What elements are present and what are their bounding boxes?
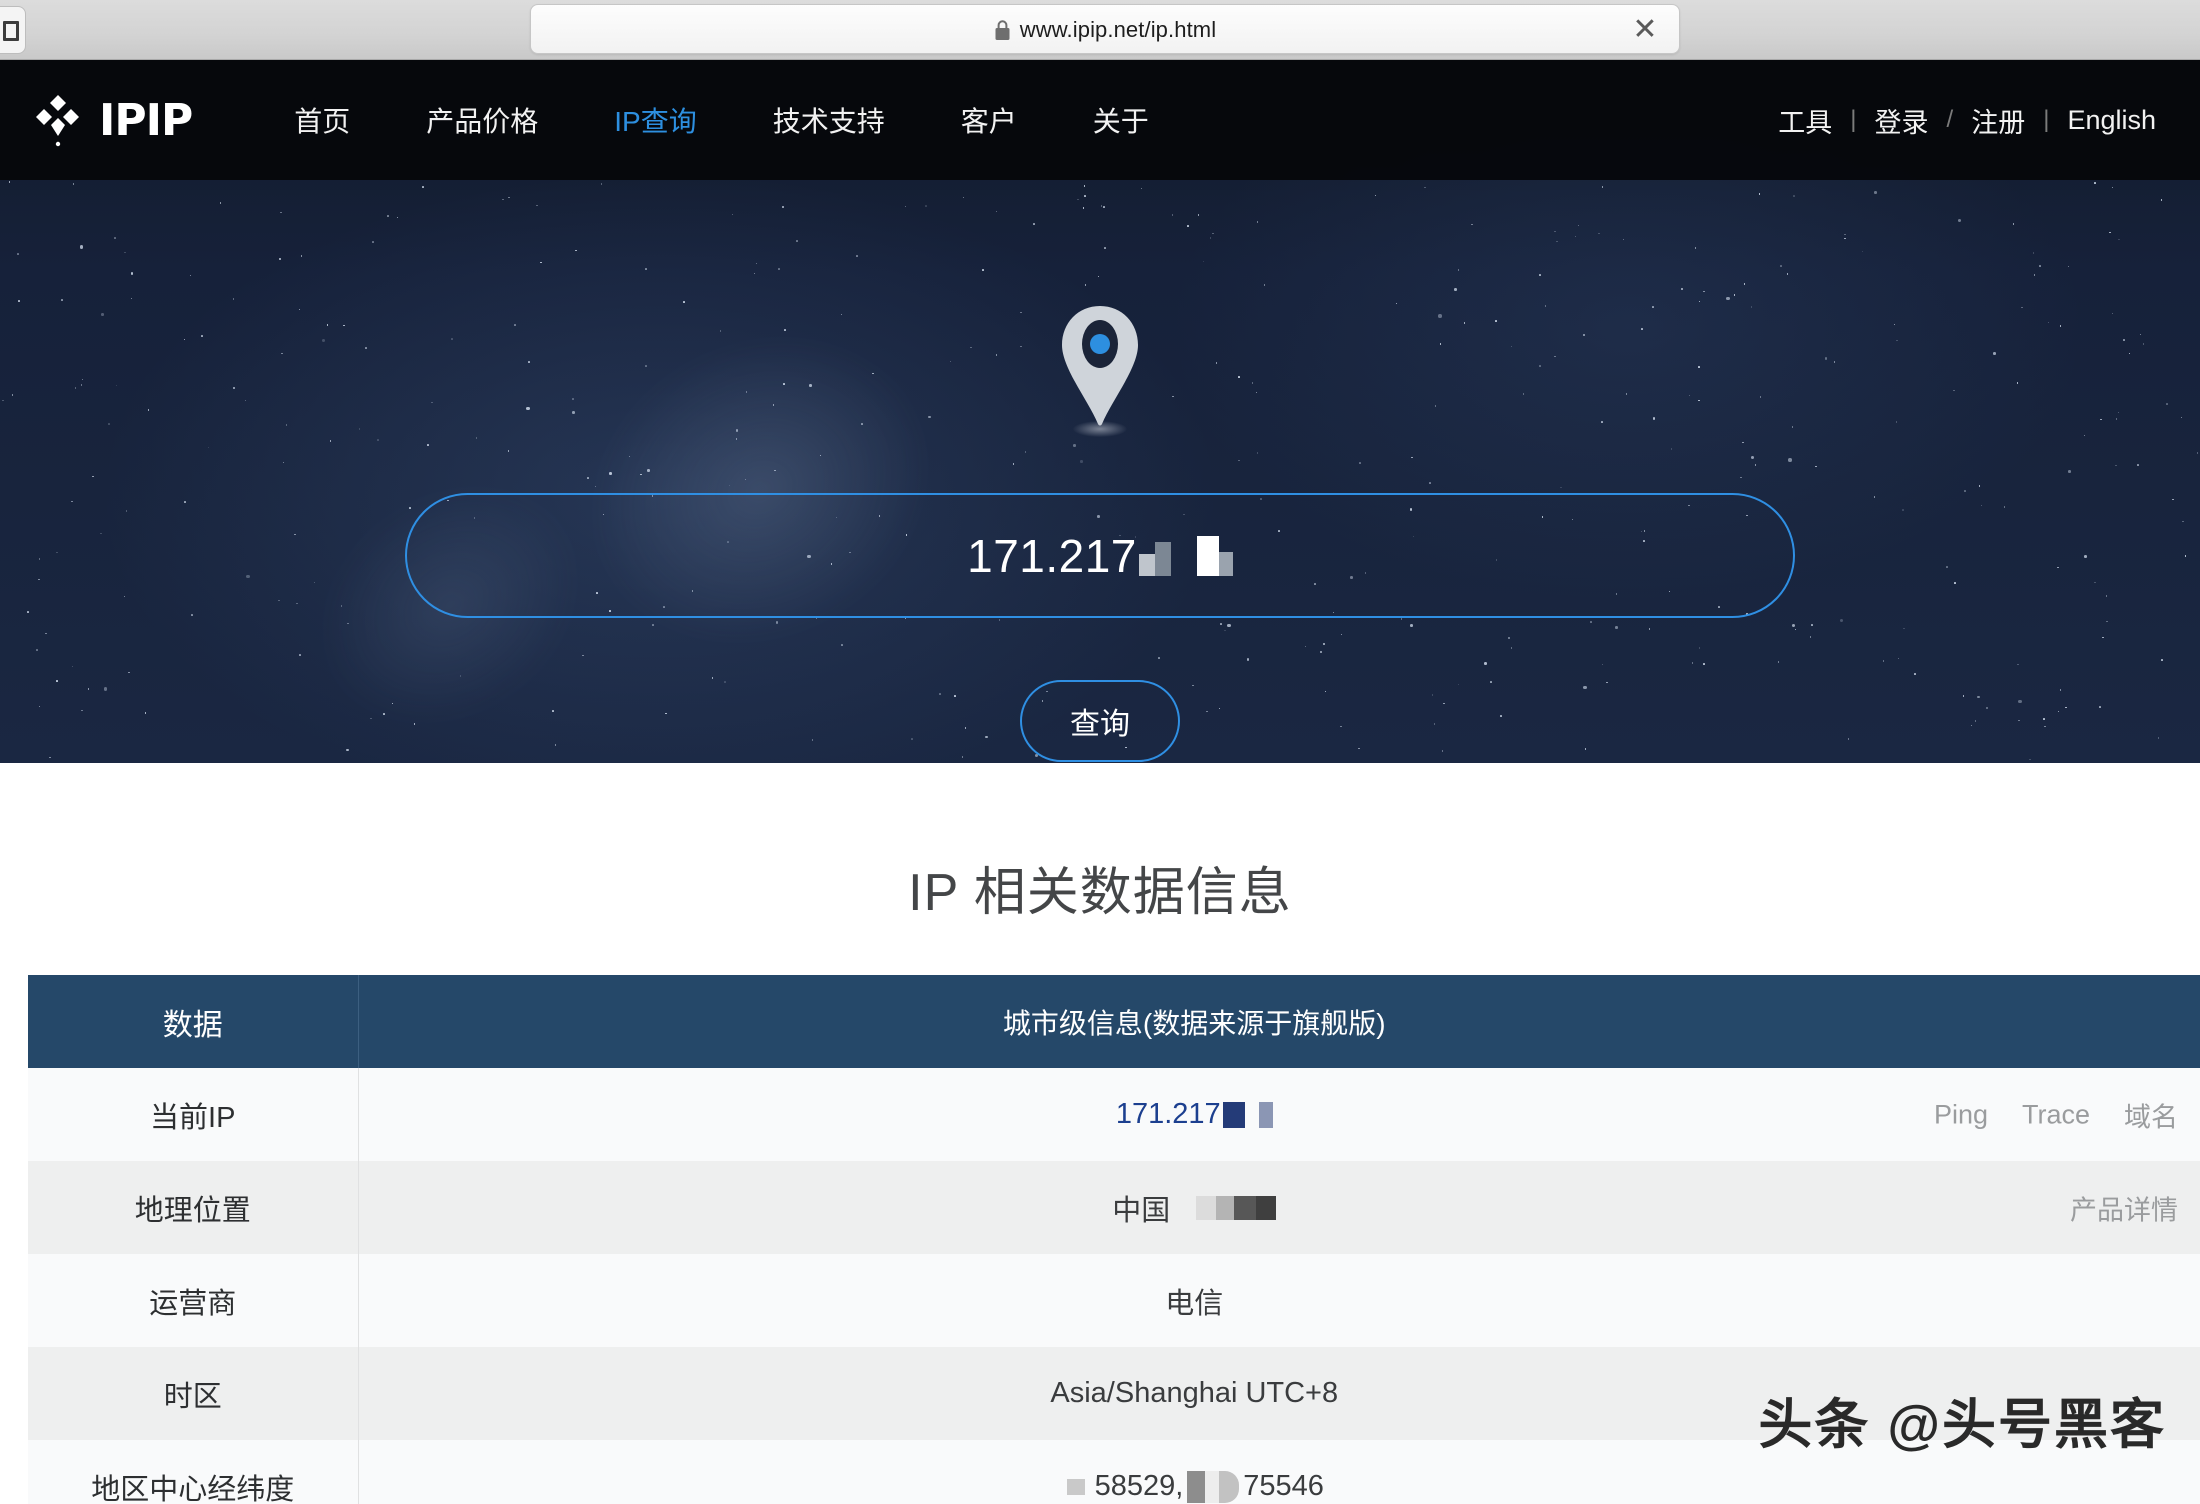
row-actions-current-ip: Ping Trace 域名 <box>1934 1095 2178 1134</box>
product-detail-link[interactable]: 产品详情 <box>2070 1188 2178 1227</box>
table-head: 数据 城市级信息(数据来源于旗舰版) <box>28 975 2200 1068</box>
ip-search-value: 171.217 <box>967 529 1233 583</box>
nav-tools-link[interactable]: 工具 <box>1760 101 1850 140</box>
tab-stub-button[interactable] <box>0 6 26 54</box>
table-row: 当前IP 171.217 Ping Trace 域名 <box>28 1068 2200 1161</box>
table-row: 地理位置 中国 产品详情 <box>28 1161 2200 1254</box>
browser-chrome: www.ipip.net/ip.html ✕ <box>0 0 2200 60</box>
row-value-location: 中国 产品详情 <box>358 1161 2200 1254</box>
ping-link[interactable]: Ping <box>1934 1099 1988 1130</box>
watermark-text: 头条 @头号黑客 <box>1758 1395 2166 1455</box>
redaction-mosaic-hero <box>1138 535 1233 576</box>
map-pin-icon <box>1062 306 1138 426</box>
table-header-value: 城市级信息(数据来源于旗舰版) <box>358 975 2200 1068</box>
trace-link[interactable]: Trace <box>2022 1099 2090 1130</box>
address-bar[interactable]: www.ipip.net/ip.html ✕ <box>530 4 1680 54</box>
nav-item-home[interactable]: 首页 <box>256 100 388 140</box>
ip-search-text: 171.217 <box>967 529 1137 582</box>
redaction-mosaic-ip <box>1222 1101 1273 1128</box>
nav-item-pricing[interactable]: 产品价格 <box>388 100 576 140</box>
site-navbar: IPIP 首页 产品价格 IP查询 技术支持 客户 关于 工具 | 登录 / 注… <box>0 60 2200 180</box>
nav-language-link[interactable]: English <box>2049 105 2174 136</box>
row-value-current-ip: 171.217 Ping Trace 域名 <box>358 1068 2200 1161</box>
page-viewport: IPIP 首页 产品价格 IP查询 技术支持 客户 关于 工具 | 登录 / 注… <box>0 60 2200 1504</box>
page-title: IP 相关数据信息 <box>908 864 1292 922</box>
isp-text: 电信 <box>1165 1287 1224 1320</box>
map-pin <box>1040 300 1160 450</box>
logo-wordmark: IPIP <box>99 94 193 146</box>
nav-utility-links: 工具 | 登录 / 注册 | English <box>1760 101 2174 140</box>
hero-section: IPIP 首页 产品价格 IP查询 技术支持 客户 关于 工具 | 登录 / 注… <box>0 60 2200 763</box>
row-label-current-ip: 当前IP <box>28 1068 359 1161</box>
nav-separator-slash: / <box>1946 106 1954 133</box>
domain-link[interactable]: 域名 <box>2124 1095 2178 1134</box>
current-ip-link[interactable]: 171.217 <box>1116 1098 1221 1131</box>
latlng-part-1: 58529, <box>1094 1470 1184 1503</box>
nav-login-link[interactable]: 登录 <box>1857 101 1947 140</box>
query-button[interactable]: 查询 <box>1020 680 1180 762</box>
redaction-mosaic-lng <box>1187 1470 1240 1503</box>
row-value-isp: 电信 <box>358 1254 2200 1347</box>
row-label-latlng: 地区中心经纬度 <box>28 1440 359 1504</box>
timezone-text: Asia/Shanghai UTC+8 <box>1050 1377 1339 1409</box>
nav-links: 首页 产品价格 IP查询 技术支持 客户 关于 <box>256 100 1187 140</box>
nav-item-about[interactable]: 关于 <box>1055 100 1187 140</box>
redaction-mosaic-location <box>1196 1195 1277 1220</box>
tab-icon <box>3 21 19 41</box>
nav-item-customers[interactable]: 客户 <box>923 100 1055 140</box>
nav-register-link[interactable]: 注册 <box>1953 101 2043 140</box>
nav-item-ip-query[interactable]: IP查询 <box>576 100 734 140</box>
ipip-logo-icon <box>36 95 79 147</box>
table-header-label: 数据 <box>28 975 359 1068</box>
row-label-timezone: 时区 <box>28 1347 359 1440</box>
table-header-row: 数据 城市级信息(数据来源于旗舰版) <box>28 975 2200 1068</box>
location-text: 中国 <box>1112 1194 1171 1227</box>
ip-search-input[interactable]: 171.217 <box>405 493 1795 618</box>
redaction-mosaic-lat <box>1066 1478 1085 1495</box>
map-pin-shadow <box>1073 421 1127 437</box>
url-text: www.ipip.net/ip.html <box>1019 17 1217 42</box>
lock-icon <box>995 20 1010 40</box>
row-actions-location: 产品详情 <box>2070 1188 2178 1227</box>
row-label-location: 地理位置 <box>28 1161 359 1254</box>
latlng-part-2: 75546 <box>1243 1470 1324 1503</box>
close-icon[interactable]: ✕ <box>1629 14 1661 46</box>
table-row: 运营商 电信 <box>28 1254 2200 1347</box>
site-logo[interactable]: IPIP <box>30 92 193 148</box>
nav-item-support[interactable]: 技术支持 <box>735 100 923 140</box>
row-label-isp: 运营商 <box>28 1254 359 1347</box>
